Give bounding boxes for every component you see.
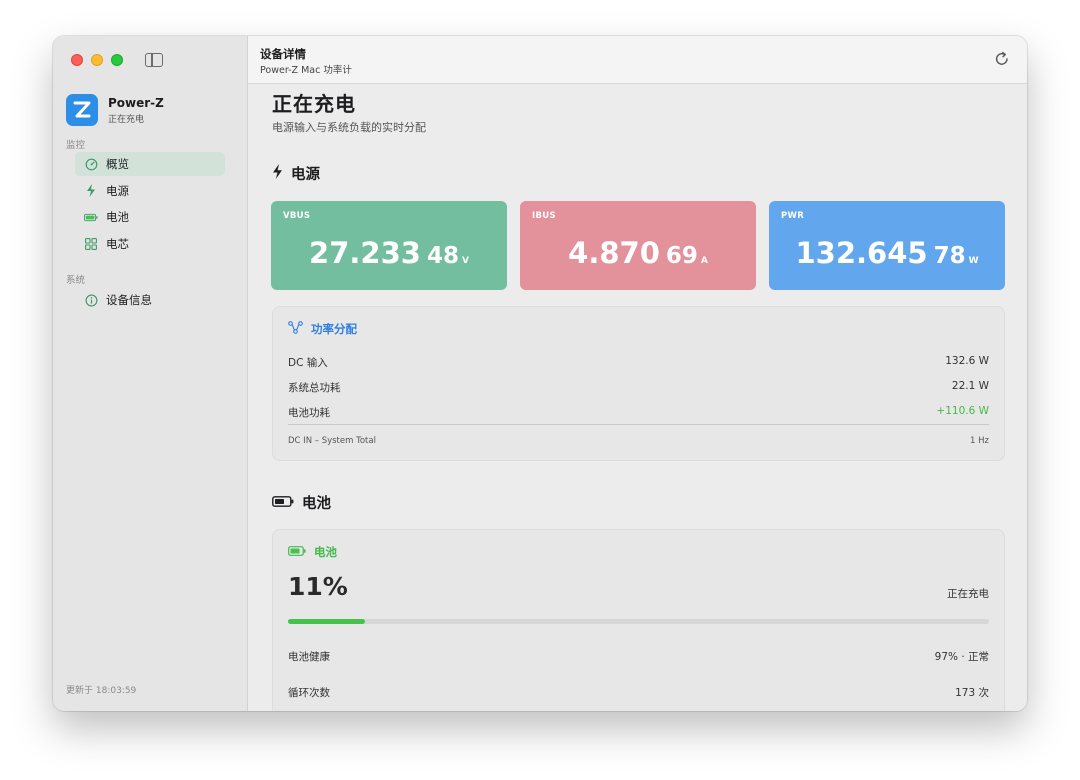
metric-card-ibus: IBUS 4.870 69 A	[520, 201, 756, 290]
page-subtitle: 电源输入与系统负载的实时分配	[272, 121, 426, 134]
grid-icon	[84, 237, 98, 251]
app-header: Power-Z 正在充电	[66, 94, 164, 126]
metric-card-vbus: VBUS 27.233 48 V	[271, 201, 507, 290]
battery-card: 电池 11% 正在充电 电池健康 97% · 正常 循环次数 173 次	[272, 529, 1005, 711]
bolt-icon	[84, 184, 98, 198]
window-controls	[71, 54, 123, 66]
battery-percent: 11%	[288, 572, 348, 601]
sidebar-item-power[interactable]: 电源	[75, 179, 225, 203]
refresh-icon[interactable]	[993, 50, 1011, 68]
metric-value-main: 4.870	[568, 236, 660, 270]
battery-progress-track	[288, 619, 989, 624]
section-label-system: 系统	[66, 275, 86, 286]
metric-card-pwr: PWR 132.645 78 W	[769, 201, 1005, 290]
battery-card-title: 电池	[288, 544, 337, 560]
row-label: 电池健康	[288, 651, 330, 663]
metric-label: PWR	[781, 211, 805, 221]
toolbar-subtitle: Power-Z Mac 功率计	[260, 65, 352, 76]
sidebar-item-device-info[interactable]: 设备信息	[75, 288, 225, 312]
battery-row: 电池健康 97% · 正常	[288, 649, 989, 664]
scroll-content[interactable]: 正在充电 电源输入与系统负载的实时分配 电源 VBUS 27.233 48 V IB…	[248, 84, 1027, 711]
metric-value-main: 132.645	[795, 236, 928, 270]
row-label: DC 输入	[288, 357, 328, 369]
metric-value-fraction: 69	[665, 243, 698, 269]
divider	[288, 424, 989, 425]
section-label-monitor: 监控	[66, 140, 86, 151]
battery-icon	[288, 545, 306, 559]
metric-unit: A	[700, 256, 708, 266]
row-value: 97% · 正常	[934, 651, 989, 663]
sidebar: Power-Z 正在充电 监控 概览 电源 电池 电芯 系统 设备信息 更新于 …	[53, 36, 248, 711]
main-pane: 设备详情 Power-Z Mac 功率计 正在充电 电源输入与系统负载的实时分配…	[248, 36, 1027, 711]
app-window: Power-Z 正在充电 监控 概览 电源 电池 电芯 系统 设备信息 更新于 …	[53, 36, 1027, 711]
battery-row: 循环次数 173 次	[288, 685, 989, 700]
power-distribution-label: 功率分配	[311, 322, 357, 336]
battery-section-header: 电池	[272, 492, 331, 513]
row-label: 电池功耗	[288, 407, 330, 419]
footer-rate: 1 Hz	[970, 436, 989, 446]
row-value: 132.6 W	[945, 355, 989, 367]
sidebar-item-label: 概览	[106, 157, 129, 171]
distribution-footer: DC IN – System Total 1 Hz	[288, 436, 989, 446]
battery-icon	[272, 495, 294, 511]
gauge-icon	[84, 157, 98, 171]
power-distribution-card: 功率分配 DC 输入 132.6 W 系统总功耗 22.1 W 电池功耗 +11…	[272, 306, 1005, 461]
metric-value-main: 27.233	[309, 236, 421, 270]
metric-label: VBUS	[283, 211, 311, 221]
metric-value: 132.645 78 W	[769, 236, 1005, 270]
app-name: Power-Z	[108, 95, 164, 110]
toolbar-title: 设备详情	[260, 47, 306, 61]
toolbar: 设备详情 Power-Z Mac 功率计	[248, 36, 1027, 84]
app-logo-icon	[66, 94, 98, 126]
metric-value-fraction: 48	[426, 243, 459, 269]
sidebar-item-battery[interactable]: 电池	[75, 205, 225, 229]
charging-status: 正在充电	[947, 588, 989, 600]
battery-icon	[84, 210, 98, 224]
app-status: 正在充电	[108, 114, 145, 125]
network-icon	[288, 321, 303, 337]
distribution-row: DC 输入 132.6 W	[288, 355, 989, 370]
distribution-row: 系统总功耗 22.1 W	[288, 380, 989, 395]
row-value-positive: +110.6 W	[936, 405, 989, 417]
row-value: 173 次	[955, 687, 989, 699]
battery-progress-fill	[288, 619, 366, 624]
sidebar-item-label: 电池	[106, 210, 129, 224]
row-label: 系统总功耗	[288, 382, 341, 394]
battery-section-title: 电池	[302, 496, 331, 512]
info-icon	[84, 293, 98, 307]
power-section-header: 电源	[272, 163, 320, 184]
zoom-window-button[interactable]	[111, 54, 123, 66]
power-section-title: 电源	[291, 167, 320, 183]
system-nav: 设备信息	[75, 288, 225, 315]
row-label: 循环次数	[288, 687, 330, 699]
bolt-icon	[272, 164, 283, 183]
sidebar-item-label: 设备信息	[106, 293, 152, 307]
metric-unit: V	[461, 256, 469, 266]
distribution-row: 电池功耗 +110.6 W	[288, 405, 989, 420]
last-updated-text: 更新于 18:03:59	[66, 686, 137, 696]
sidebar-toggle-icon[interactable]	[145, 53, 163, 67]
page-title: 正在充电	[272, 92, 356, 116]
metric-value: 27.233 48 V	[271, 236, 507, 270]
sidebar-item-cells[interactable]: 电芯	[75, 232, 225, 256]
sidebar-item-overview[interactable]: 概览	[75, 152, 225, 176]
metric-unit: W	[968, 256, 979, 266]
monitor-nav: 概览 电源 电池 电芯	[75, 152, 225, 258]
close-window-button[interactable]	[71, 54, 83, 66]
minimize-window-button[interactable]	[91, 54, 103, 66]
power-distribution-title: 功率分配	[288, 321, 357, 337]
row-value: 22.1 W	[951, 380, 989, 392]
sidebar-item-label: 电源	[106, 183, 129, 198]
sidebar-item-label: 电芯	[106, 236, 129, 251]
battery-card-label: 电池	[314, 545, 337, 559]
metric-value-fraction: 78	[933, 243, 966, 269]
metric-value: 4.870 69 A	[520, 236, 756, 270]
footer-formula: DC IN – System Total	[288, 436, 376, 446]
metric-label: IBUS	[532, 211, 556, 221]
